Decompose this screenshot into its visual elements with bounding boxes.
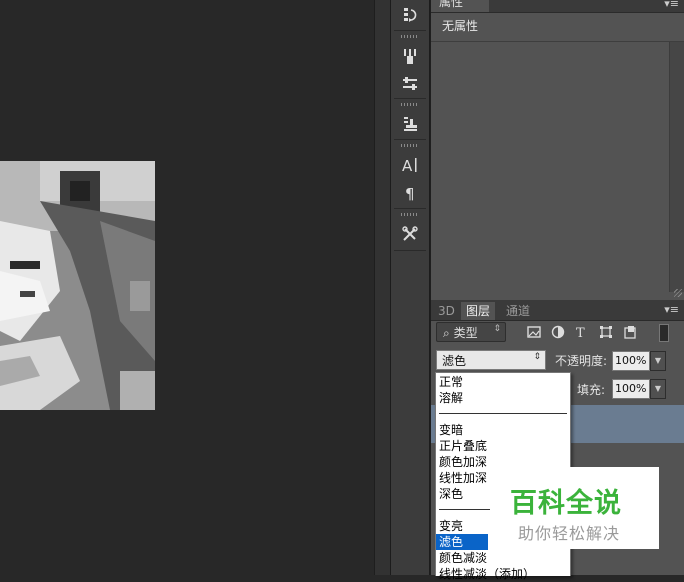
adjustment-filter-icon[interactable] bbox=[551, 325, 565, 339]
resize-grip-icon[interactable] bbox=[674, 289, 682, 297]
updown-arrow-icon: ⇕ bbox=[533, 352, 541, 362]
tab-properties[interactable]: 属性 bbox=[431, 0, 489, 12]
brush-presets-icon[interactable] bbox=[398, 45, 422, 67]
blend-option[interactable]: 正片叠底 bbox=[436, 438, 570, 454]
tab-layers[interactable]: 图层 bbox=[461, 302, 496, 320]
no-properties-text: 无属性 bbox=[442, 19, 479, 33]
blend-option-label: 滤色 bbox=[439, 535, 464, 549]
blend-option-label: 线性减淡（添加） bbox=[439, 567, 536, 581]
blend-option-label: 变暗 bbox=[439, 423, 464, 437]
blend-mode-value: 滤色 bbox=[442, 354, 467, 368]
layers-tab-bar: 3D 图层 通道 ▾≡ bbox=[431, 300, 684, 321]
blend-option-label: 颜色减淡 bbox=[439, 551, 488, 565]
dropdown-separator bbox=[439, 413, 567, 414]
properties-scrollbar[interactable] bbox=[669, 42, 684, 292]
fill-label: 填充: bbox=[577, 383, 606, 397]
blend-option-selected[interactable]: 滤色 bbox=[436, 534, 488, 550]
character-icon[interactable]: A bbox=[398, 154, 422, 176]
blend-option[interactable]: 变暗 bbox=[436, 422, 570, 438]
history-icon[interactable] bbox=[398, 4, 422, 26]
tab-3d[interactable]: 3D bbox=[433, 302, 460, 320]
canvas-photo bbox=[0, 161, 155, 410]
fill-input[interactable]: 100% bbox=[612, 379, 650, 399]
tool-presets-icon[interactable] bbox=[398, 223, 422, 245]
blend-option-label: 线性加深 bbox=[439, 471, 488, 485]
image-filter-icon[interactable] bbox=[527, 325, 541, 339]
tab-channels[interactable]: 通道 bbox=[501, 302, 535, 320]
svg-text:¶: ¶ bbox=[405, 185, 415, 202]
opacity-dropdown-icon[interactable]: ▼ bbox=[650, 351, 666, 371]
panel-tool-strip: A ¶ bbox=[390, 0, 430, 575]
opacity-input[interactable]: 100% bbox=[612, 351, 650, 371]
fill-dropdown-icon[interactable]: ▼ bbox=[650, 379, 666, 399]
blend-row: 滤色 ⇕ 不透明度: 100% ▼ bbox=[431, 350, 684, 372]
clone-stamp-icon[interactable] bbox=[398, 113, 422, 135]
opacity-label: 不透明度: bbox=[555, 354, 608, 368]
type-filter-icon[interactable]: T bbox=[575, 325, 589, 341]
properties-header: 无属性 bbox=[431, 12, 684, 42]
blend-option[interactable]: 正常 bbox=[436, 374, 570, 390]
properties-panel: 属性 ▾≡ 无属性 bbox=[430, 0, 684, 300]
layers-menu-icon[interactable]: ▾≡ bbox=[664, 303, 679, 316]
blend-mode-select[interactable]: 滤色 ⇕ bbox=[436, 350, 546, 370]
layer-filter-row: ⌕ 类型 ⇕ T bbox=[431, 322, 684, 344]
panel-menu-icon[interactable]: ▾≡ bbox=[664, 0, 679, 10]
adjust-sliders-icon[interactable] bbox=[398, 72, 422, 94]
blend-option[interactable]: 线性减淡（添加） bbox=[436, 566, 570, 582]
blend-option-label: 正常 bbox=[439, 375, 464, 389]
blend-option[interactable]: 溶解 bbox=[436, 390, 570, 406]
canvas-vertical-scrollbar[interactable] bbox=[374, 0, 391, 575]
svg-text:A: A bbox=[402, 157, 413, 174]
watermark-title: 百科全说 bbox=[510, 488, 622, 519]
search-icon: ⌕ bbox=[443, 326, 450, 340]
smart-object-filter-icon[interactable] bbox=[623, 325, 637, 339]
paragraph-icon[interactable]: ¶ bbox=[398, 182, 422, 204]
watermark-logo: 百科全说 助你轻松解决 bbox=[490, 467, 659, 549]
filter-toggle-switch[interactable] bbox=[659, 324, 669, 342]
updown-arrow-icon: ⇕ bbox=[493, 324, 501, 334]
filter-kind-select[interactable]: ⌕ 类型 ⇕ bbox=[436, 322, 506, 342]
blend-option-label: 溶解 bbox=[439, 391, 464, 405]
blend-option-label: 颜色加深 bbox=[439, 455, 488, 469]
blend-option-label: 深色 bbox=[439, 487, 464, 501]
blend-option[interactable]: 颜色减淡 bbox=[436, 550, 570, 566]
blend-option-label: 变亮 bbox=[439, 519, 464, 533]
blend-option-label: 正片叠底 bbox=[439, 439, 488, 453]
filter-kind-label: 类型 bbox=[453, 326, 478, 340]
watermark-subtitle: 助你轻松解决 bbox=[518, 524, 621, 543]
shape-filter-icon[interactable] bbox=[599, 325, 613, 339]
svg-text:T: T bbox=[576, 326, 585, 339]
